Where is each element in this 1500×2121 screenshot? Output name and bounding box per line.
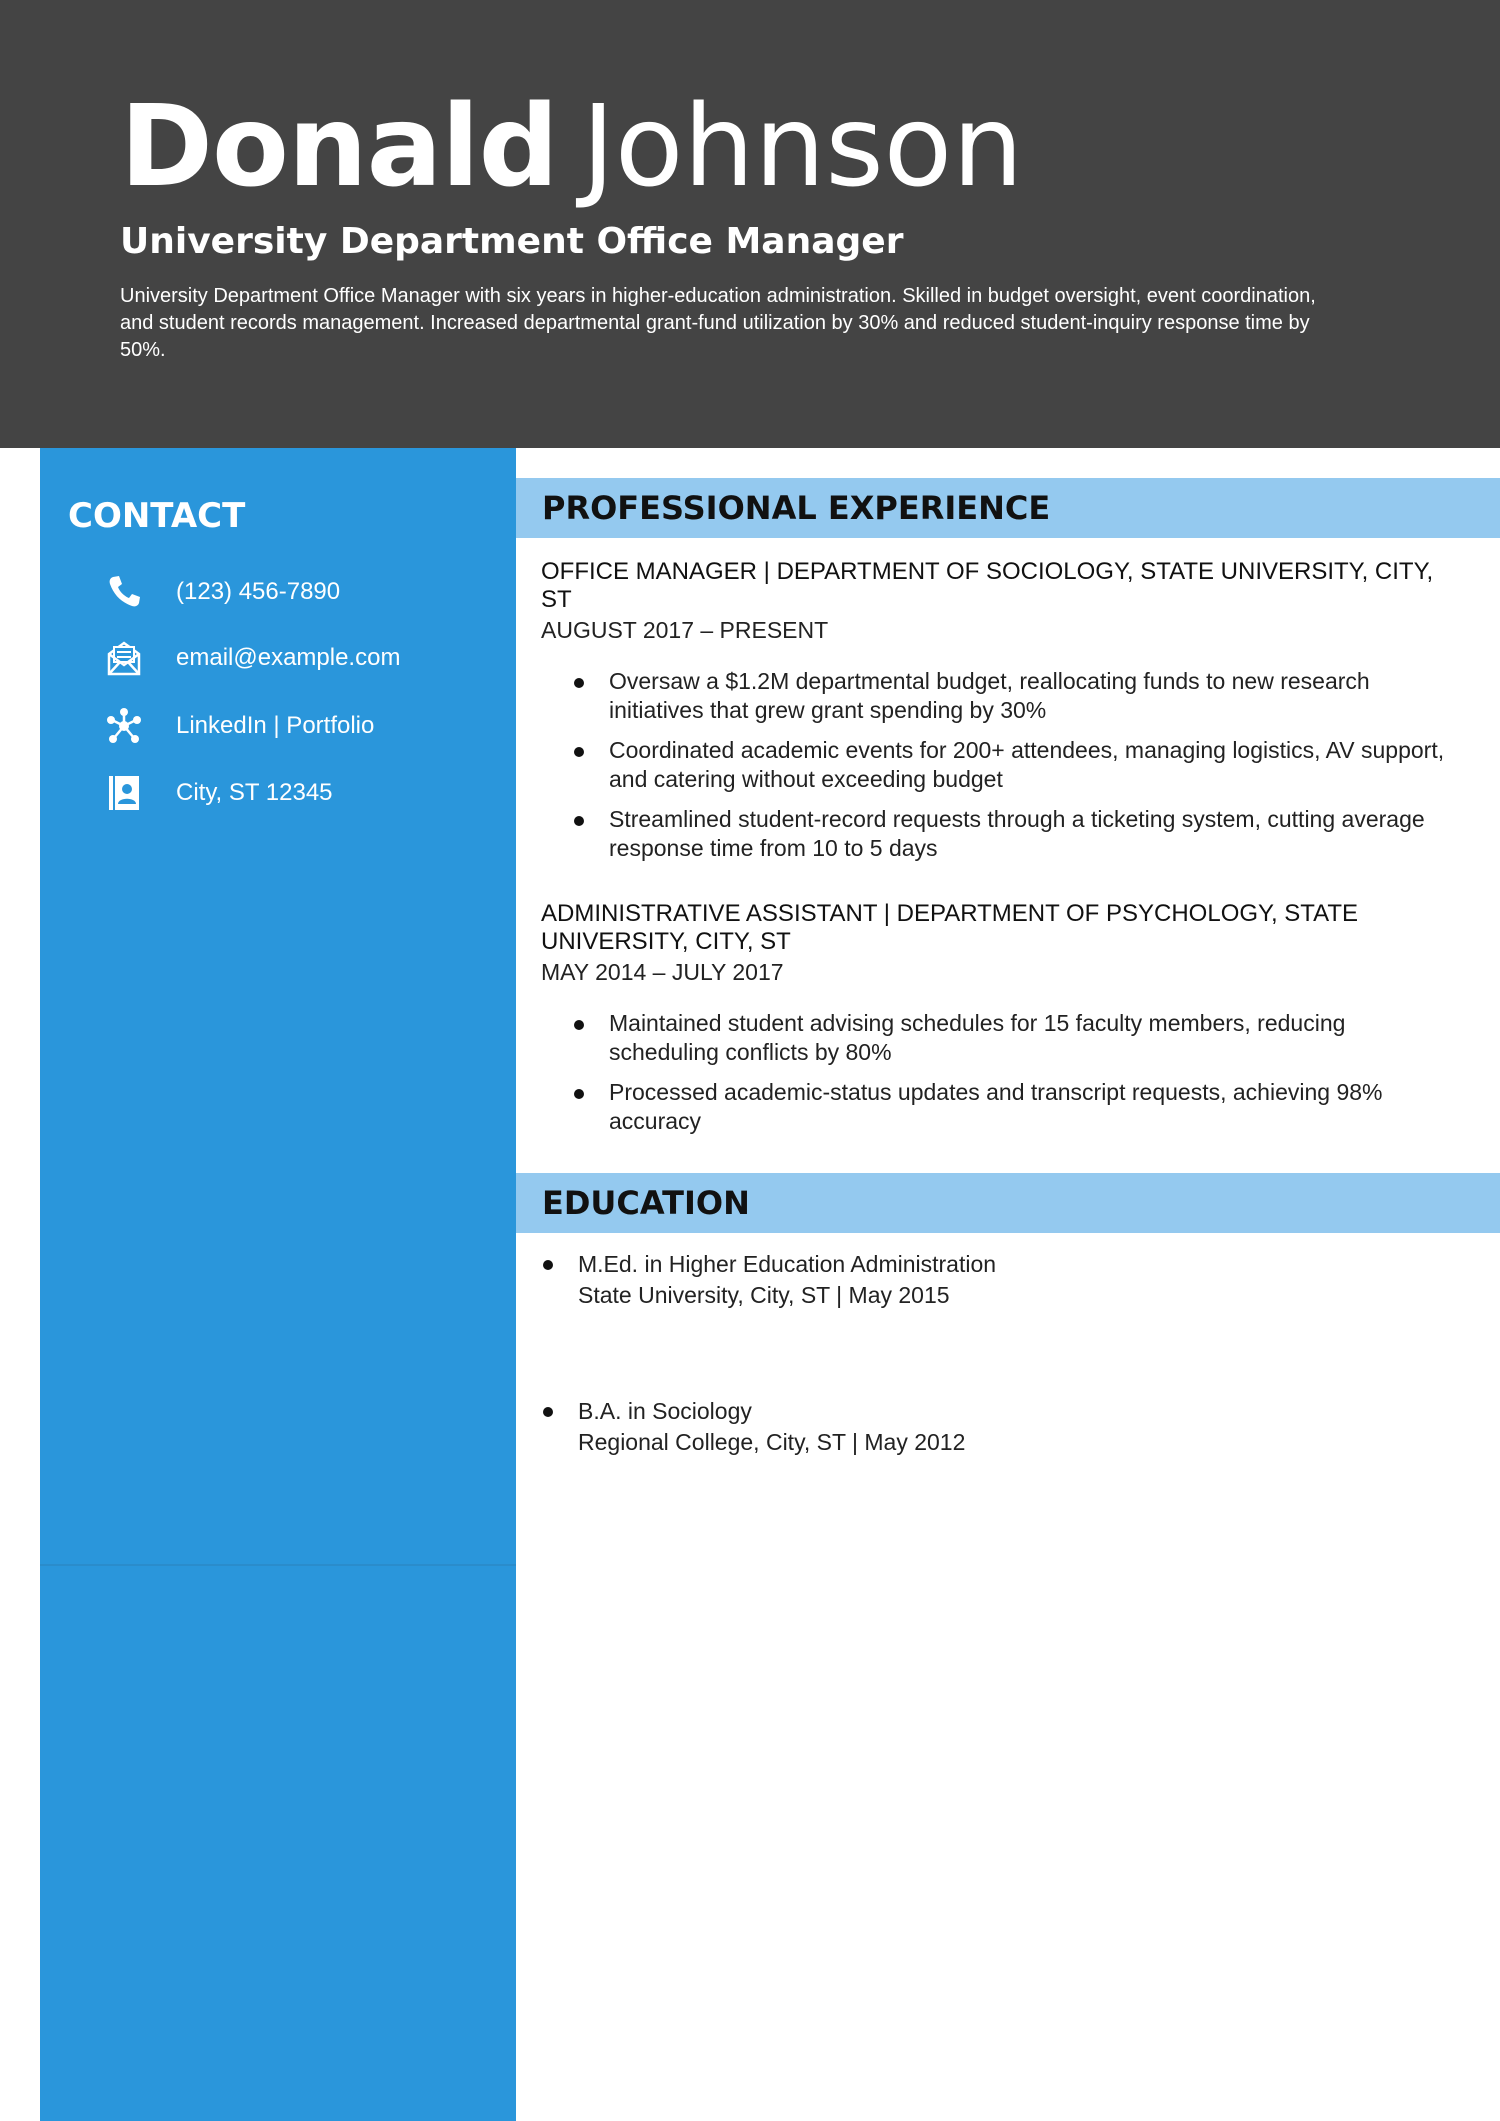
contact-sidebar: CONTACT (123) 456-7890 email@example.com — [40, 448, 516, 2121]
job-2-bullets: Maintained student advising schedules fo… — [541, 1009, 1461, 1147]
degree: B.A. in Sociology — [578, 1398, 752, 1424]
location: City, ST 12345 — [176, 779, 333, 806]
network-icon — [107, 708, 141, 743]
resume-header: Donald Johnson University Department Offi… — [0, 0, 1500, 448]
education-section-bar: EDUCATION — [516, 1173, 1500, 1233]
list-item: Oversaw a $1.2M departmental budget, rea… — [541, 667, 1461, 725]
school: State University, City, ST | May 2015 — [578, 1282, 950, 1308]
contact-links: LinkedIn | Portfolio — [104, 706, 504, 746]
list-item: Streamlined student-record requests thro… — [541, 805, 1461, 863]
email-address: email@example.com — [176, 644, 401, 671]
contact-heading: CONTACT — [68, 496, 246, 536]
list-item: Processed academic-status updates and tr… — [541, 1078, 1461, 1136]
first-name: Donald — [120, 82, 559, 212]
education-heading: EDUCATION — [542, 1184, 750, 1222]
professional-summary: University Department Office Manager wit… — [120, 285, 1316, 361]
degree: M.Ed. in Higher Education Administration — [578, 1251, 997, 1277]
school: Regional College, City, ST | May 2012 — [578, 1429, 966, 1455]
education-item: M.Ed. in Higher Education Administration… — [541, 1249, 1441, 1311]
job-title: University Department Office Manager — [120, 221, 904, 262]
linkedin-portfolio-link[interactable]: LinkedIn | Portfolio — [176, 712, 374, 740]
list-item: Maintained student advising schedules fo… — [541, 1009, 1461, 1067]
address-card-icon — [109, 776, 139, 810]
job-2-title: ADMINISTRATIVE ASSISTANT | DEPARTMENT OF… — [541, 900, 1359, 955]
contact-email: email@example.com — [104, 638, 504, 678]
experience-section-bar: PROFESSIONAL EXPERIENCE — [516, 478, 1500, 538]
job-1-dates: AUGUST 2017 – PRESENT — [541, 617, 829, 643]
phone-number: (123) 456-7890 — [176, 578, 341, 605]
list-item: Coordinated academic events for 200+ att… — [541, 736, 1461, 794]
candidate-name: Donald Johnson — [120, 82, 1023, 212]
job-1-bullets: Oversaw a $1.2M departmental budget, rea… — [541, 667, 1461, 874]
last-name: Johnson — [581, 82, 1024, 212]
sidebar-divider — [40, 1564, 516, 1566]
education-item: B.A. in Sociology Regional College, City… — [541, 1396, 1441, 1458]
job-1-title: OFFICE MANAGER | DEPARTMENT OF SOCIOLOGY… — [541, 558, 1434, 613]
email-icon — [107, 641, 141, 676]
phone-icon — [109, 576, 140, 607]
contact-address: City, ST 12345 — [104, 773, 504, 813]
contact-phone: (123) 456-7890 — [104, 572, 504, 612]
experience-heading: PROFESSIONAL EXPERIENCE — [542, 489, 1051, 527]
job-2-dates: MAY 2014 – JULY 2017 — [541, 959, 784, 985]
